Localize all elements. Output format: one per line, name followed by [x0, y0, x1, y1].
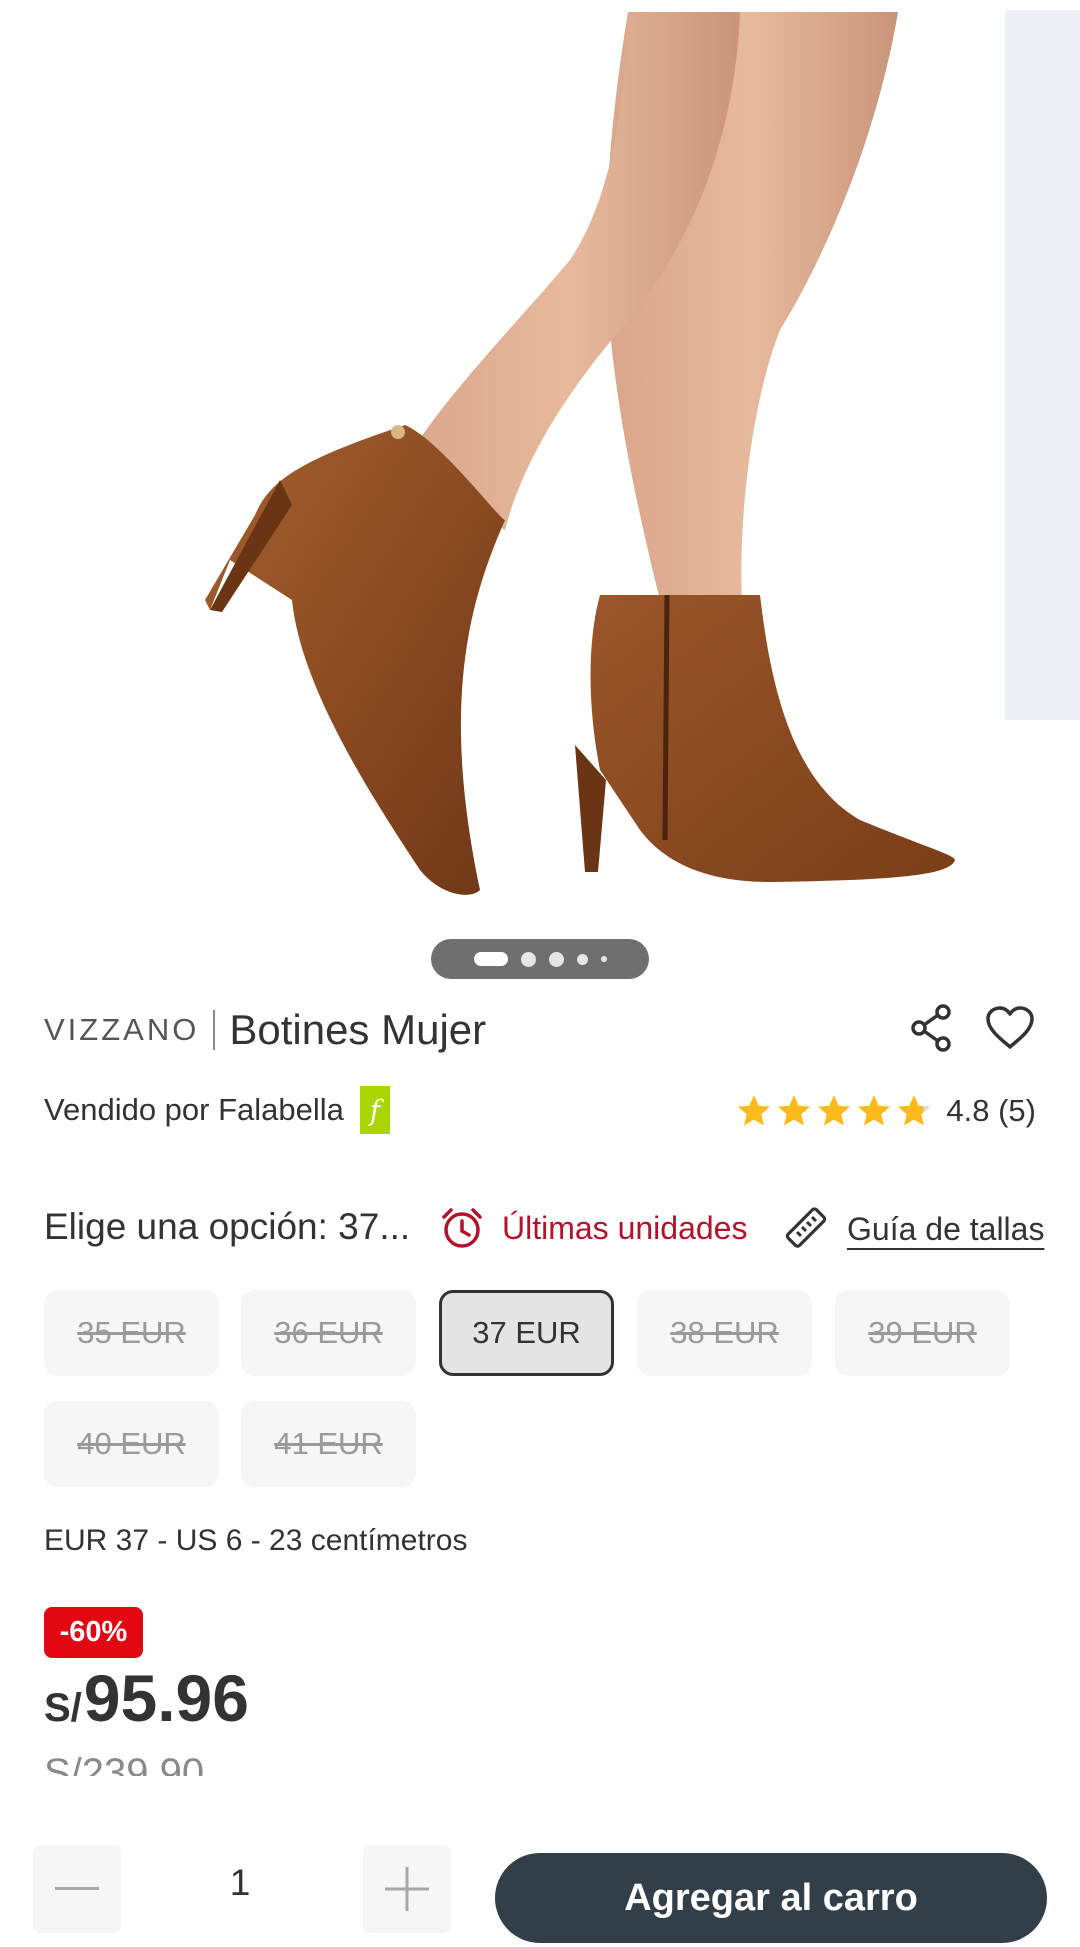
current-price: S/ 95.96	[44, 1660, 249, 1736]
size-option-41[interactable]: 41 EUR	[241, 1401, 416, 1487]
size-option-35[interactable]: 35 EUR	[44, 1290, 219, 1376]
star-icon	[858, 1095, 891, 1126]
size-guide-text: Guía de tallas	[847, 1210, 1045, 1247]
seller-text: Vendido por Falabella	[44, 1092, 344, 1127]
product-image[interactable]	[0, 0, 1080, 905]
stock-text: Últimas unidades	[502, 1209, 748, 1246]
star-icon	[818, 1095, 851, 1126]
carousel-dot-3[interactable]	[548, 951, 564, 967]
product-rating[interactable]: 4.8 (5)	[736, 1088, 1036, 1134]
option-label: Elige una opción: 37...	[44, 1206, 411, 1247]
size-conversion-note: EUR 37 - US 6 - 23 centímetros	[44, 1524, 468, 1557]
carousel-dot-5[interactable]	[600, 956, 607, 962]
product-name: Botines Mujer	[229, 1006, 487, 1053]
brand-name[interactable]: VIZZANO	[44, 1012, 199, 1048]
quantity-value[interactable]: 1	[200, 1862, 280, 1904]
ruler-icon	[785, 1207, 827, 1248]
seller-info: Vendido por Falabella f	[44, 1085, 390, 1135]
title-divider	[213, 1010, 216, 1050]
size-option-38[interactable]: 38 EUR	[637, 1290, 812, 1376]
falabella-logo-letter: f	[369, 1093, 381, 1127]
favorite-button[interactable]	[982, 1000, 1038, 1056]
alarm-clock-icon	[442, 1208, 482, 1248]
heart-icon	[986, 1006, 1034, 1049]
ankle-boots-illustration	[205, 10, 1080, 895]
original-price-value: S/239.90	[44, 1751, 205, 1776]
share-icon	[911, 1004, 951, 1052]
product-title: VIZZANO Botines Mujer	[44, 1000, 486, 1060]
size-option-37[interactable]: 37 EUR	[439, 1290, 614, 1376]
size-option-39[interactable]: 39 EUR	[835, 1290, 1010, 1376]
plus-icon	[385, 1867, 429, 1911]
size-guide-link[interactable]: Guía de tallas	[783, 1206, 1044, 1252]
carousel-pagination[interactable]	[431, 939, 649, 979]
falabella-logo: f	[359, 1086, 390, 1134]
star-icon	[898, 1095, 931, 1126]
share-button[interactable]	[903, 1000, 959, 1056]
carousel-dot-1[interactable]	[473, 952, 508, 966]
size-option-40[interactable]: 40 EUR	[44, 1401, 219, 1487]
rating-value: 4.8 (5)	[946, 1093, 1036, 1128]
carousel-dot-4[interactable]	[576, 953, 588, 965]
quantity-decrease-button[interactable]	[33, 1845, 121, 1933]
minus-icon	[55, 1887, 99, 1890]
currency-symbol: S/	[44, 1686, 82, 1730]
discount-badge: -60%	[44, 1607, 143, 1658]
quantity-increase-button[interactable]	[363, 1845, 451, 1933]
original-price: S/239.90	[44, 1744, 204, 1776]
star-icon	[738, 1095, 771, 1126]
size-option-36[interactable]: 36 EUR	[241, 1290, 416, 1376]
price-value: 95.96	[83, 1661, 249, 1735]
stock-alert: Últimas unidades	[440, 1206, 747, 1250]
add-to-cart-button[interactable]: Agregar al carro	[495, 1853, 1047, 1943]
star-icon	[778, 1095, 811, 1126]
carousel-dot-2[interactable]	[520, 951, 536, 967]
